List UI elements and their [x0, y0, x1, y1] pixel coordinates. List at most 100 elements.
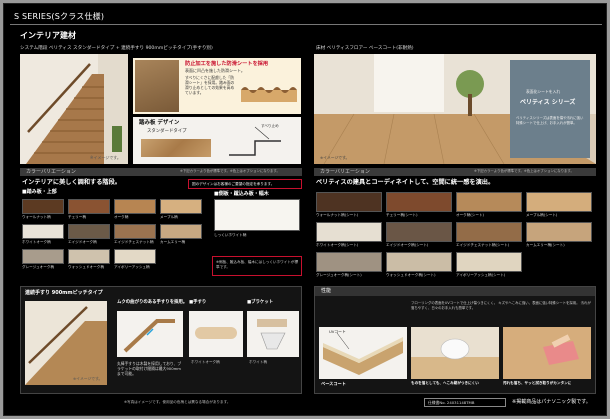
floor-image-note: ※イメージです。	[320, 155, 350, 160]
swatch-label: ホワイトオーク柄	[22, 240, 51, 244]
tread-closeup-photo	[135, 60, 179, 112]
anti-slip-diagram	[241, 87, 297, 102]
stairs-image-note: ※イメージです。	[90, 155, 121, 160]
layer-diagram-svg	[323, 332, 403, 375]
handrail-label-b: ■ブラケット	[247, 300, 274, 305]
bracket-photo	[247, 311, 299, 357]
base-coat-body: フローリングの表面をUVコートで仕上げ傷つきにくく。	[411, 301, 498, 305]
handrail-bend-svg	[123, 319, 175, 353]
tread-design-panel: 踏み板 デザイン スタンダードタイプ すべり止め	[133, 117, 301, 164]
swatch-label: エイジドオーク柄	[68, 240, 97, 244]
performance-section: 性能 UVコート ベースコート ものを落としても、へこみ跡がつきにくい 汚れも落…	[314, 286, 596, 394]
base-coat-diagram: UVコート	[319, 327, 407, 379]
tread-type-label: スタンダードタイプ	[147, 129, 187, 134]
floor-swatch-calm-cherry	[526, 222, 592, 242]
stairs-group2-label: ■側板・蹴込み板・幅木	[214, 191, 269, 197]
tread-design-title: 踏み板 デザイン	[139, 120, 180, 126]
swatch-oak	[114, 199, 156, 214]
footer-brand: ※掲載商品はパナソニック製です。	[512, 399, 591, 405]
side-board-note-box: ※側板、蹴込み板、幅木にはしっくいホワイトが標準です。	[212, 256, 302, 276]
floor-swatch-oak	[456, 192, 522, 212]
stairs-color-label: カラーバリエーション	[26, 168, 76, 175]
floor-swatch-ivory-ash	[456, 252, 522, 272]
swatch-label: オーク柄	[114, 215, 129, 219]
floor-swatch-aged-oak	[386, 222, 452, 242]
performance-notes: フローリングの表面をUVコートで仕上げ傷つきにくく。 キズやへこみに強い、表面に…	[411, 301, 591, 323]
floor-promo-body: ベリティスシリーズは表面を傷や汚れに強い特殊シートで仕上げ、お手入れが簡単。	[516, 116, 584, 125]
footer-code-box: 仕様書No. 24031148TMB	[424, 398, 506, 407]
floor-swatch-aged-chestnut	[456, 222, 522, 242]
handrail-bend-title: ムクの曲がりのある手すりを採用。	[117, 300, 188, 305]
dent-test-photo	[411, 327, 499, 379]
floor-caption: 床材 ベリティスフロアー ベースコート(非耐熱)	[316, 46, 414, 51]
swatch-label: グレージュオーク柄	[22, 265, 55, 269]
stairs-color-bar: カラーバリエーション ※下記カラーより色が標準です。※色上はオプションになります…	[20, 168, 302, 176]
handrail-label-a: ■手すり	[189, 300, 207, 305]
performance-title: 性能	[321, 288, 332, 294]
dent-title: ものを落としても、へこみ跡がつきにくい	[411, 381, 479, 385]
floor-swatch-label: カームエリー柄(シート)	[526, 243, 565, 247]
wipe-test-svg	[503, 327, 591, 379]
swatch-ivory-ash	[114, 249, 156, 264]
handrail-illustration	[25, 306, 107, 385]
floor-color-label: カラーバリエーション	[320, 168, 370, 175]
floor-swatch-white-oak	[316, 222, 382, 242]
floor-swatch-washed-oak	[386, 252, 452, 272]
swatch-label: ウォッシュドオーク柄	[68, 265, 104, 269]
floor-photo: ※イメージです。 表面化シートを入れ ベリティス シリーズ ベリティスシリーズは…	[314, 54, 596, 164]
anti-slip-title: 防止加工を施した防滑シートを採用	[185, 61, 269, 67]
footer-code: 仕様書No. 24031148TMB	[428, 400, 475, 405]
dent-body: キズやへこみに強い、表面に強い特殊シートを採用。	[498, 301, 580, 305]
dent-test-svg	[411, 338, 499, 379]
handrail-part-a: ホワイトオーク柄	[191, 360, 220, 364]
floor-color-note: ※下記カラーより色が標準です。※色上はオプションになります。	[474, 169, 574, 173]
floor-swatch-label: ウォールナット柄(シート)	[316, 213, 359, 217]
swatch-white-oak	[22, 224, 64, 239]
handrail-image-note: ※イメージです。	[73, 376, 103, 381]
swatch-label: チェリー柄	[68, 215, 86, 219]
floor-swatch-label: ホワイトオーク柄(シート)	[316, 243, 359, 247]
base-coat-title: ベースコート	[321, 381, 346, 386]
handrail-rail-photo	[189, 311, 243, 357]
handrail-body: 丸棒手すりは木製を採用しており、ブラケットの取付け間隔は最大900mmまで可能。	[117, 361, 182, 377]
wipe-test-photo	[503, 327, 591, 379]
swatch-label: カームエリー柄	[160, 240, 186, 244]
catalog-page: S SERIES(Sクラス仕様) インテリア建材 システム階段 ベリティス スタ…	[3, 3, 607, 416]
swatch-cherry	[68, 199, 110, 214]
swatch-label: エイジドチェスナット柄	[114, 240, 154, 244]
handrail-bend-diagram	[117, 311, 183, 357]
swatch-walnut	[22, 199, 64, 214]
swatch-greige-oak	[22, 249, 64, 264]
swatch-label: メープル柄	[160, 215, 178, 219]
handrail-photo: ※イメージです。	[25, 301, 107, 385]
uv-coat-label: UVコート	[329, 329, 346, 334]
floor-color-bar: カラーバリエーション ※下記カラーより色が標準です。※色上はオプションになります…	[314, 168, 596, 176]
floor-swatch-label: チェリー柄(シート)	[386, 213, 418, 217]
floor-swatch-cherry	[386, 192, 452, 212]
swatch-label: ウォールナット柄	[22, 215, 51, 219]
wipe-title: 汚れも落ち、サッと拭き取りがカンタンに	[503, 381, 572, 385]
floor-swatch-maple	[526, 192, 592, 212]
floor-swatch-label: エイジドオーク柄(シート)	[386, 243, 429, 247]
floor-swatch-greige-oak	[316, 252, 382, 272]
stairs-redbox-text: 図のデザインはお客様のご要望の指定を承ります。	[192, 182, 275, 186]
stairs-caption: システム階段 ベリティス スタンダードタイプ + 連続手すり 900mmピッチタ…	[20, 46, 213, 51]
floor-lead: ベリティスの建具とコーディネイトして、空間に統一感を演出。	[316, 179, 495, 186]
floor-swatch-label: アイボリーアッシュ柄(シート)	[456, 273, 506, 277]
swatch-calm-cherry	[160, 224, 202, 239]
floor-swatch-label: オーク柄(シート)	[456, 213, 484, 217]
swatch-label: しっくいホワイト柄	[214, 233, 247, 237]
stairs-lead: インテリアに美しく調和する階段。	[22, 179, 121, 186]
floor-swatch-label: メープル柄(シート)	[526, 213, 558, 217]
anti-slip-body: すべりにくさに配慮した「防滑シート」を採用。踏み面の滑り止めとしての効果を高めて…	[185, 75, 235, 95]
section-title: インテリア建材	[20, 31, 76, 40]
swatch-aged-oak	[68, 224, 110, 239]
floor-swatch-label: エイジドチェスナット柄(シート)	[456, 243, 510, 247]
stairs-color-note: ※下記カラーより色が標準です。※色上はオプションになります。	[180, 169, 280, 173]
stairs-redbox-note: 図のデザインはお客様のご要望の指定を承ります。	[188, 179, 302, 189]
anti-slip-sub: 表面に凹凸を施した防滑シート。	[185, 68, 245, 73]
anti-slip-panel: 防止加工を施した防滑シートを採用 表面に凹凸を施した防滑シート。 すべりにくさに…	[133, 58, 301, 114]
footer-note: ※写真はイメージです。使用品の色柄とは異なる場合があります。	[124, 400, 231, 404]
performance-title-bar: 性能	[315, 287, 595, 296]
staircase-illustration	[20, 54, 128, 164]
